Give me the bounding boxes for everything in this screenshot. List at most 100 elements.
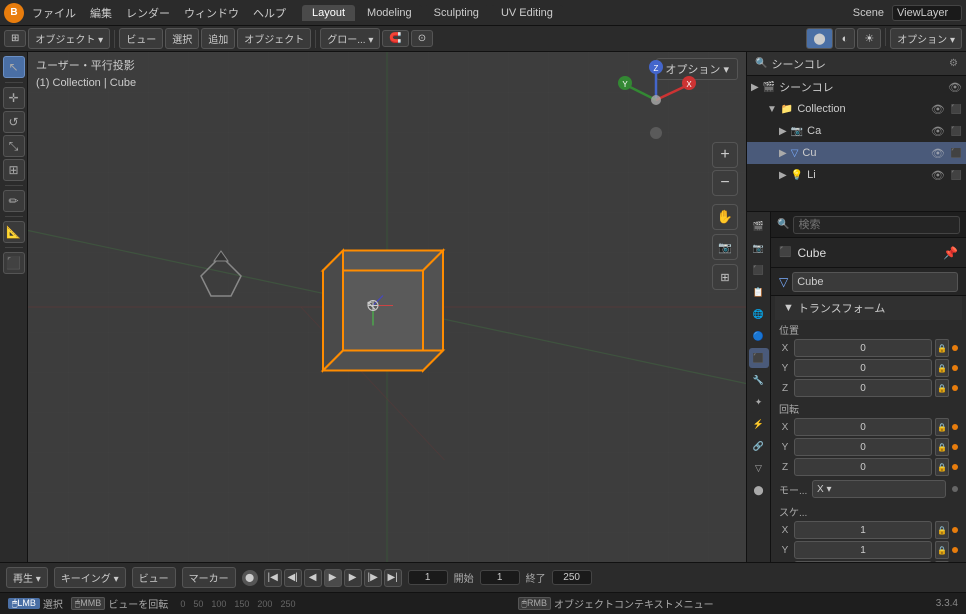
prop-pin-icon[interactable]: 📌 [943, 246, 958, 260]
light-render-icon[interactable]: ⬛ [951, 170, 962, 181]
tool-rotate[interactable]: ↺ [3, 111, 25, 133]
prop-particles-icon[interactable]: ✦ [749, 392, 769, 412]
jump-end-btn[interactable]: ▶| [384, 569, 402, 587]
scale-x-input[interactable] [794, 521, 932, 539]
end-frame-input[interactable] [552, 570, 592, 585]
tool-measure[interactable]: 📐 [3, 221, 25, 243]
prev-keyframe-btn[interactable]: ◀| [284, 569, 302, 587]
mode-icon-btn[interactable]: ⊞ [4, 30, 26, 47]
blender-logo[interactable]: B [4, 3, 24, 23]
cube-render-icon[interactable]: ⬛ [951, 148, 962, 159]
prop-physics-icon[interactable]: ⚡ [749, 414, 769, 434]
pos-x-lock-icon[interactable]: 🔒 [935, 339, 949, 357]
object-mode-btn[interactable]: オブジェクト ▾ [28, 28, 110, 49]
pos-y-lock-icon[interactable]: 🔒 [935, 359, 949, 377]
rot-x-input[interactable] [794, 418, 932, 436]
tool-annotate[interactable]: ✏ [3, 190, 25, 212]
view-btn[interactable]: ビュー [119, 28, 163, 49]
obj-name-input[interactable] [792, 272, 958, 292]
prop-object-icon[interactable]: ⬛ [749, 348, 769, 368]
scale-y-input[interactable] [794, 541, 932, 559]
shading-solid-btn[interactable]: ⬤ [806, 28, 832, 49]
menu-render[interactable]: レンダー [120, 3, 176, 23]
tab-modeling[interactable]: Modeling [357, 5, 422, 21]
prop-modifier-icon[interactable]: 🔧 [749, 370, 769, 390]
scale-z-lock-icon[interactable]: 🔒 [935, 561, 949, 562]
outliner-item-light[interactable]: ▶ 💡 Li 👁 ⬛ [747, 164, 966, 186]
tab-layout[interactable]: Layout [302, 5, 355, 21]
rot-x-lock-icon[interactable]: 🔒 [935, 418, 949, 436]
rot-z-input[interactable] [794, 458, 932, 476]
prop-constraints-icon[interactable]: 🔗 [749, 436, 769, 456]
markers-btn[interactable]: マーカー [182, 567, 236, 588]
menu-edit[interactable]: 編集 [84, 3, 118, 23]
zoom-in-btn[interactable]: + [712, 142, 738, 168]
prop-material-icon[interactable]: ⬤ [749, 480, 769, 500]
shading-rendered-btn[interactable]: ☀ [857, 28, 881, 49]
view-layer-input[interactable] [892, 5, 962, 21]
zoom-out-btn[interactable]: − [712, 170, 738, 196]
select-btn[interactable]: 選択 [165, 28, 199, 49]
next-keyframe-btn[interactable]: |▶ [364, 569, 382, 587]
pos-x-input[interactable] [794, 339, 932, 357]
outliner-item-cube[interactable]: ▶ ▽ Cu 👁 ⬛ [747, 142, 966, 164]
object-btn[interactable]: オブジェクト [237, 28, 311, 49]
tool-transform[interactable]: ⊞ [3, 159, 25, 181]
scene-visible-icon[interactable]: 👁 [948, 81, 962, 94]
grid-btn[interactable]: ⊞ [712, 264, 738, 290]
menu-file[interactable]: ファイル [26, 3, 82, 23]
prop-data-icon[interactable]: ▽ [749, 458, 769, 478]
collection-render-icon[interactable]: ⬛ [951, 104, 962, 115]
pos-z-input[interactable] [794, 379, 932, 397]
outliner-item-collection[interactable]: ▼ 📁 Collection 👁 ⬛ [747, 98, 966, 120]
scale-z-input[interactable] [794, 561, 932, 562]
outliner-filter-icon[interactable]: ⚙ [949, 58, 958, 69]
start-frame-input[interactable] [480, 570, 520, 585]
pos-z-lock-icon[interactable]: 🔒 [935, 379, 949, 397]
snap-btn[interactable]: 🧲 [382, 30, 408, 47]
prop-render-icon[interactable]: 📷 [749, 238, 769, 258]
proportional-btn[interactable]: ⊙ [411, 30, 433, 47]
tool-move[interactable]: ✛ [3, 87, 25, 109]
next-frame-btn[interactable]: ▶ [344, 569, 362, 587]
timeline-view-btn[interactable]: ビュー [132, 567, 176, 588]
tool-scale[interactable]: ⤡ [3, 135, 25, 157]
camera-render-icon[interactable]: ⬛ [951, 126, 962, 137]
sync-btn[interactable]: ⬤ [242, 570, 258, 586]
playback-btn[interactable]: 再生 ▾ [6, 567, 48, 588]
outliner-item-camera[interactable]: ▶ 📷 Ca 👁 ⬛ [747, 120, 966, 142]
camera-visible-icon[interactable]: 👁 [931, 125, 945, 138]
keying-btn[interactable]: キーイング ▾ [54, 567, 126, 588]
pan-btn[interactable]: ✋ [712, 204, 738, 230]
current-frame-input[interactable] [408, 570, 448, 585]
properties-search-input[interactable] [793, 216, 960, 234]
viewport[interactable]: ユーザー・平行投影 (1) Collection | Cube オプション ▾ … [28, 52, 746, 562]
tab-uv-editing[interactable]: UV Editing [491, 5, 563, 21]
prop-viewlayer-icon[interactable]: 📋 [749, 282, 769, 302]
navigation-gizmo[interactable]: Z X Y [616, 60, 696, 140]
scale-y-lock-icon[interactable]: 🔒 [935, 541, 949, 559]
add-btn[interactable]: 追加 [201, 28, 235, 49]
rot-y-lock-icon[interactable]: 🔒 [935, 438, 949, 456]
cube-visible-icon[interactable]: 👁 [931, 147, 945, 160]
outliner-item-scene[interactable]: ▶ 🎬 シーンコレ 👁 [747, 76, 966, 98]
jump-start-btn[interactable]: |◀ [264, 569, 282, 587]
tool-select[interactable]: ↖ [3, 56, 25, 78]
rot-y-input[interactable] [794, 438, 932, 456]
pos-y-input[interactable] [794, 359, 932, 377]
menu-window[interactable]: ウィンドウ [178, 3, 245, 23]
prop-scene-icon[interactable]: 🎬 [749, 216, 769, 236]
gizmo-area[interactable]: Z X Y [616, 60, 696, 140]
options-btn[interactable]: オプション ▾ [890, 28, 962, 49]
tab-sculpting[interactable]: Sculpting [424, 5, 489, 21]
scale-x-lock-icon[interactable]: 🔒 [935, 521, 949, 539]
camera-btn[interactable]: 📷 [712, 234, 738, 260]
shading-material-btn[interactable]: ◐ [835, 28, 856, 49]
prop-world-icon[interactable]: 🔵 [749, 326, 769, 346]
prev-frame-btn[interactable]: ◀ [304, 569, 322, 587]
light-visible-icon[interactable]: 👁 [931, 169, 945, 182]
tool-add-cube[interactable]: ⬛ [3, 252, 25, 274]
rot-z-lock-icon[interactable]: 🔒 [935, 458, 949, 476]
prop-scene2-icon[interactable]: 🌐 [749, 304, 769, 324]
rotation-mode-select[interactable]: X ▾ [812, 480, 946, 498]
